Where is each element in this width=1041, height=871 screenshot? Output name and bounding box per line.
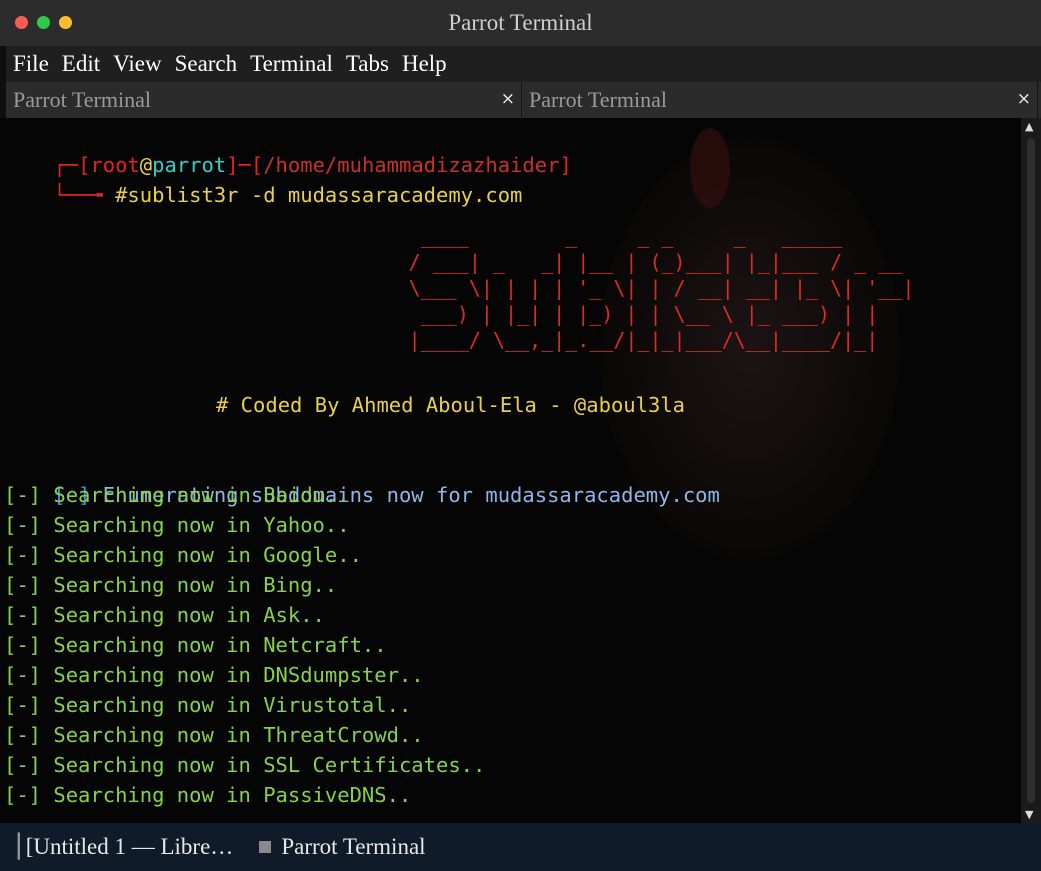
search-text: Searching now in Virustotal.. — [53, 693, 412, 717]
status-marker: [-] — [4, 573, 42, 597]
search-line: [-] Searching now in Virustotal.. — [4, 690, 411, 720]
terminal-icon — [259, 841, 272, 853]
search-text: Searching now in Baidu.. — [53, 483, 350, 507]
coded-by-line: # Coded By Ahmed Aboul-Ela - @aboul3la — [216, 393, 685, 417]
search-line: [-] Searching now in Baidu.. — [4, 480, 350, 510]
window-icon: ▕ — [2, 834, 20, 859]
menu-view[interactable]: View — [113, 51, 161, 77]
tab-parrot-terminal-1[interactable]: Parrot Terminal × — [6, 82, 522, 118]
menu-search[interactable]: Search — [175, 51, 238, 77]
search-text: Searching now in Bing.. — [53, 573, 338, 597]
search-line: [-] Searching now in Netcraft.. — [4, 630, 387, 660]
search-text: Searching now in Google.. — [53, 543, 362, 567]
search-line: [-] Searching now in Yahoo.. — [4, 510, 350, 540]
status-marker: [-] — [4, 663, 42, 687]
search-text: Searching now in SSL Certificates.. — [53, 753, 486, 777]
tab-bar: Parrot Terminal × Parrot Terminal × — [6, 82, 1041, 118]
taskbar-item-libreoffice[interactable]: ▕ [Untitled 1 — Libre… — [2, 834, 233, 860]
status-marker: [-] — [4, 753, 42, 777]
tab-parrot-terminal-2[interactable]: Parrot Terminal × — [522, 82, 1038, 118]
taskbar: ▕ [Untitled 1 — Libre… Parrot Terminal — [0, 823, 1041, 871]
search-line: [-] Searching now in DNSdumpster.. — [4, 660, 424, 690]
search-line: [-] Searching now in Bing.. — [4, 570, 337, 600]
menu-file[interactable]: File — [13, 51, 49, 77]
tab-label: Parrot Terminal — [529, 87, 667, 112]
search-text: Searching now in Netcraft.. — [53, 633, 387, 657]
window-titlebar: Parrot Terminal — [0, 0, 1041, 46]
terminal-output[interactable]: ┌─[root@parrot]─[/home/muhammadizazhaide… — [0, 118, 1021, 823]
menu-bar: File Edit View Search Terminal Tabs Help — [6, 46, 1041, 82]
status-marker: [-] — [4, 603, 42, 627]
search-text: Searching now in DNSdumpster.. — [53, 663, 424, 687]
scrollbar-thumb[interactable] — [1027, 138, 1035, 803]
search-line: [-] Searching now in Google.. — [4, 540, 362, 570]
status-marker: [-] — [4, 633, 42, 657]
search-line: [-] Searching now in SSL Certificates.. — [4, 750, 485, 780]
search-line: [-] Searching now in ThreatCrowd.. — [4, 720, 424, 750]
scroll-up-icon[interactable]: ▲ — [1025, 120, 1033, 133]
search-text: Searching now in PassiveDNS.. — [53, 783, 412, 807]
status-marker: [-] — [4, 693, 42, 717]
menu-edit[interactable]: Edit — [62, 51, 100, 77]
search-text: Searching now in Yahoo.. — [53, 513, 350, 537]
status-marker: [-] — [4, 513, 42, 537]
taskbar-item-parrot-terminal[interactable]: Parrot Terminal — [259, 834, 426, 860]
taskbar-item-label: [Untitled 1 — Libre… — [25, 834, 234, 859]
window-title: Parrot Terminal — [448, 10, 593, 35]
prompt-corner-bottom: └──╼ — [53, 183, 116, 207]
status-marker: [-] — [4, 483, 42, 507]
menu-tabs[interactable]: Tabs — [346, 51, 389, 77]
tab-label: Parrot Terminal — [13, 87, 151, 112]
menu-help[interactable]: Help — [402, 51, 447, 77]
terminal-scrollbar[interactable]: ▲ ▼ — [1021, 118, 1041, 823]
wallpaper-parrot-beak — [690, 128, 730, 208]
status-marker: [-] — [4, 543, 42, 567]
sublist3r-banner: ____ _ _ _ _ _____ / ___| _ _| |__ | (_)… — [408, 224, 915, 352]
search-line: [-] Searching now in Ask.. — [4, 600, 325, 630]
taskbar-item-label: Parrot Terminal — [281, 834, 426, 859]
search-text: Searching now in Ask.. — [53, 603, 325, 627]
tab-close-icon[interactable]: × — [1017, 89, 1031, 109]
scroll-down-icon[interactable]: ▼ — [1025, 808, 1033, 821]
command-text: #sublist3r -d mudassaracademy.com — [115, 183, 523, 207]
search-line: [-] Searching now in PassiveDNS.. — [4, 780, 411, 810]
tab-close-icon[interactable]: × — [501, 89, 515, 109]
menu-terminal[interactable]: Terminal — [250, 51, 333, 77]
status-marker: [-] — [4, 783, 42, 807]
prompt-bracket: ] — [559, 153, 572, 177]
search-text: Searching now in ThreatCrowd.. — [53, 723, 424, 747]
status-marker: [-] — [4, 723, 42, 747]
